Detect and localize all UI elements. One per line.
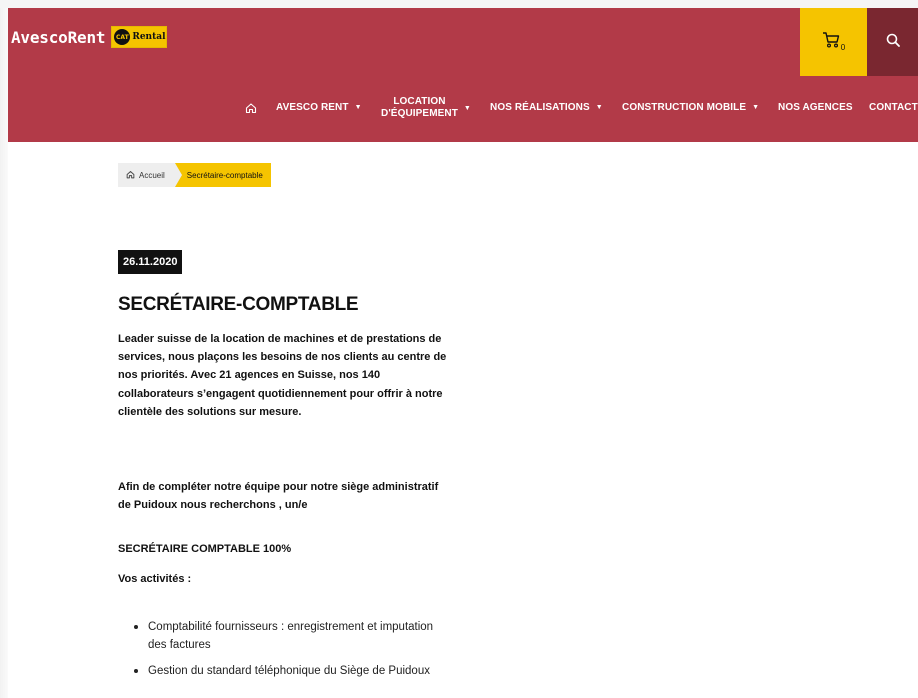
nav-location-line1: LOCATION (393, 96, 446, 107)
nav-nos-agences[interactable]: NOS AGENCES (778, 102, 853, 113)
chevron-down-icon: ▼ (463, 104, 471, 112)
list-item: Gestion du standard téléphonique du Sièg… (132, 662, 452, 680)
nav-realisations-label: NOS RÉALISATIONS (490, 102, 590, 113)
list-item: Comptabilité fournisseurs : enregistreme… (132, 618, 452, 654)
search-button[interactable] (867, 8, 918, 76)
nav-construction-label: CONSTRUCTION MOBILE (622, 102, 747, 113)
nav-location-equipement[interactable]: LOCATION D'ÉQUIPEMENT ▼ (381, 96, 471, 120)
cart-button[interactable]: 0 (800, 8, 867, 76)
nav-agences-label: NOS AGENCES (778, 102, 853, 113)
position-heading: SECRÉTAIRE COMPTABLE 100% (118, 543, 292, 555)
task-list: Comptabilité fournisseurs : enregistreme… (132, 618, 452, 688)
nav-avesco-rent-label: AVESCO RENT (276, 102, 349, 113)
nav-contact[interactable]: CONTACT (869, 102, 918, 113)
chevron-down-icon: ▼ (752, 104, 760, 111)
browser-left-gutter (0, 8, 8, 698)
nav-construction-mobile[interactable]: CONSTRUCTION MOBILE ▼ (622, 102, 759, 113)
home-icon (245, 102, 257, 117)
publish-date: 26.11.2020 (118, 250, 183, 274)
cart-icon (822, 31, 840, 54)
cat-logo-text: Rental (132, 32, 166, 42)
chevron-down-icon: ▼ (354, 104, 362, 111)
brand-name: AvescoRent (11, 27, 106, 47)
page: AvescoRent CAT Rental 0 AVESCO RENT ▼ LO… (8, 8, 918, 698)
nav-contact-label: CONTACT (869, 102, 918, 113)
page-title: SECRÉTAIRE-COMPTABLE (118, 294, 359, 315)
nav-location-label: LOCATION D'ÉQUIPEMENT (381, 96, 458, 120)
breadcrumb-home-label: Accueil (139, 170, 165, 180)
recruit-paragraph: Afin de compléter notre équipe pour notr… (118, 481, 439, 512)
nav-home[interactable] (245, 102, 257, 117)
nav-location-line2: D'ÉQUIPEMENT (381, 108, 458, 119)
nav-nos-realisations[interactable]: NOS RÉALISATIONS ▼ (490, 102, 603, 113)
chevron-down-icon: ▼ (595, 104, 603, 111)
breadcrumb: Accueil Secrétaire-comptable (118, 163, 271, 187)
activities-label: Vos activités : (118, 573, 192, 585)
cat-logo-mark: CAT (114, 29, 131, 45)
breadcrumb-current: Secrétaire-comptable (174, 163, 271, 187)
home-icon (126, 170, 139, 181)
breadcrumb-separator (174, 163, 182, 187)
search-icon (886, 33, 900, 52)
breadcrumb-home[interactable]: Accueil (118, 163, 175, 187)
logo[interactable]: AvescoRent CAT Rental (11, 26, 168, 48)
nav-avesco-rent[interactable]: AVESCO RENT ▼ (276, 102, 362, 113)
browser-top-gutter (0, 0, 918, 8)
site-header: AvescoRent CAT Rental 0 AVESCO RENT ▼ LO… (8, 8, 918, 142)
cart-count: 0 (840, 42, 846, 52)
cat-rental-logo: CAT Rental (111, 26, 168, 48)
main-nav: AVESCO RENT ▼ LOCATION D'ÉQUIPEMENT ▼ NO… (8, 76, 918, 142)
intro-paragraph: Leader suisse de la location de machines… (118, 333, 447, 418)
